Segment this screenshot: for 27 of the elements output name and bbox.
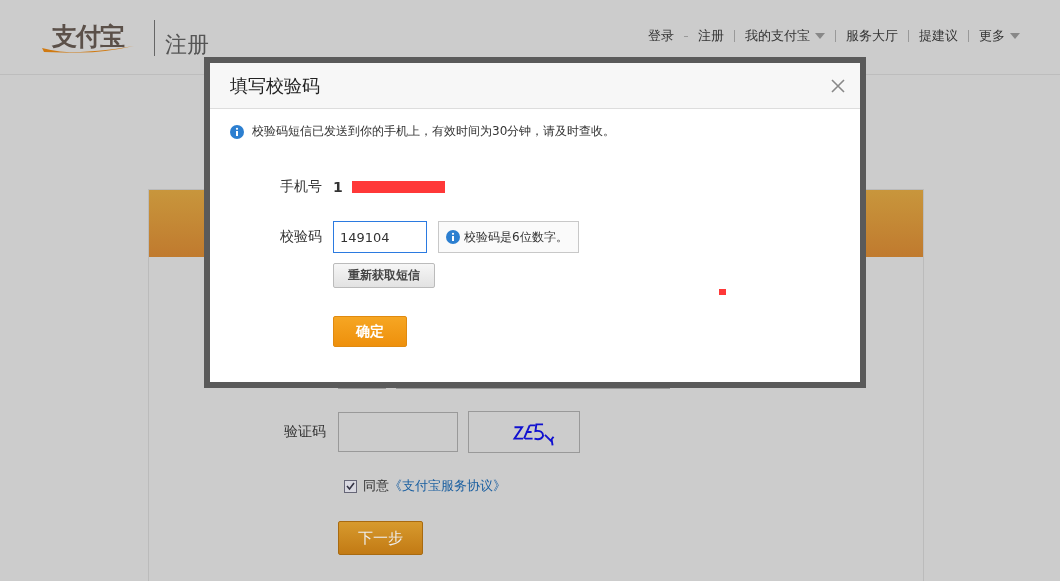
notice-text: 校验码短信已发送到你的手机上，有效时间为30分钟，请及时查收。: [252, 123, 616, 140]
resend-button[interactable]: 重新获取短信: [333, 263, 435, 288]
info-icon: [446, 230, 460, 244]
agreement-text: 同意: [363, 477, 389, 495]
marker-square: [719, 289, 726, 295]
field-label: 验证码: [283, 423, 326, 441]
nav-link[interactable]: 登录: [648, 27, 674, 45]
dialog-title: 填写校验码: [230, 73, 320, 98]
info-icon: [230, 124, 244, 139]
field-label: 校验码: [280, 228, 322, 246]
nav-link[interactable]: 我的支付宝: [745, 27, 825, 45]
agreement-checkbox[interactable]: [344, 479, 357, 493]
caret-icon: [815, 33, 825, 39]
nav-link[interactable]: 服务大厅: [846, 27, 898, 45]
captcha-field[interactable]: [338, 412, 458, 452]
phone-number: 1: [333, 179, 343, 195]
caret-icon: [1010, 33, 1020, 39]
field-label: 手机号: [280, 178, 322, 196]
nav-link[interactable]: 提建议: [919, 27, 958, 45]
code-input[interactable]: 149104: [333, 221, 427, 253]
nav-link[interactable]: 注册: [698, 27, 724, 45]
hint-text: 校验码是6位数字。: [464, 228, 568, 246]
agreement-link[interactable]: 《支付宝服务协议》: [389, 477, 506, 495]
nav-link[interactable]: 更多: [979, 27, 1020, 45]
logo: 支付宝: [40, 20, 136, 56]
page-title: 注册: [165, 31, 209, 59]
close-button[interactable]: [830, 77, 846, 94]
